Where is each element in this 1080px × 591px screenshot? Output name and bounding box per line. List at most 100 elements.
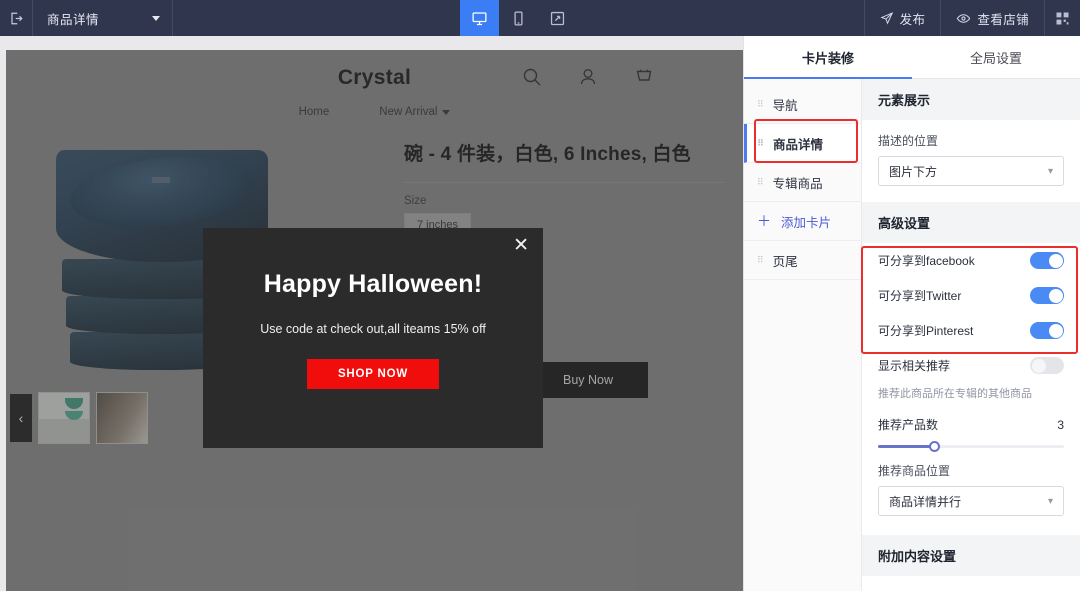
- recommend-position-field: 推荐商品位置 商品详情并行 ▾: [862, 458, 1080, 522]
- recommend-count-slider[interactable]: [878, 440, 1064, 452]
- chevron-down-icon: [152, 15, 160, 21]
- bowl-label: [152, 177, 170, 183]
- recommend-hint: 推荐此商品所在专辑的其他商品: [878, 388, 1032, 400]
- panel-tabs: 卡片装修 全局设置: [744, 36, 1080, 79]
- card-item-nav[interactable]: ⠿ 导航: [744, 85, 861, 124]
- halloween-promo-modal: ✕ Happy Halloween! Use code at check out…: [203, 228, 543, 448]
- divider: [404, 181, 725, 183]
- store-nav: Home New Arrival: [6, 106, 743, 128]
- user-icon[interactable]: [577, 66, 599, 88]
- mobile-icon[interactable]: [499, 0, 538, 36]
- share-pinterest-label: 可分享到Pinterest: [878, 324, 974, 338]
- preview-canvas: Crystal Home New Arrival ‹ 碗 - 4 件装，白色, …: [0, 36, 743, 591]
- section-advanced-settings: 高级设置: [862, 202, 1080, 243]
- share-twitter-toggle[interactable]: [1030, 287, 1064, 304]
- section-element-display: 元素展示: [862, 79, 1080, 120]
- top-toolbar: 商品详情 发布 查看店铺: [0, 0, 1080, 36]
- share-twitter-label: 可分享到Twitter: [878, 289, 962, 303]
- toolbar-actions: 发布 查看店铺: [863, 0, 1080, 36]
- share-facebook-label: 可分享到facebook: [878, 254, 975, 268]
- device-toggle-group: [459, 0, 577, 36]
- product-title: 碗 - 4 件装，白色, 6 Inches, 白色: [404, 144, 691, 165]
- nav-home-label: Home: [298, 106, 330, 118]
- chevron-down-icon: [442, 109, 451, 115]
- share-facebook-row: 可分享到facebook: [862, 243, 1080, 278]
- size-option-label: Size: [404, 194, 427, 207]
- recommend-count-value: 3: [1057, 417, 1064, 432]
- store-header: Crystal: [6, 50, 743, 106]
- toggle-knob: [1048, 253, 1063, 268]
- view-store-label: 查看店铺: [977, 12, 1030, 27]
- store-preview: Crystal Home New Arrival ‹ 碗 - 4 件装，白色, …: [6, 50, 743, 591]
- chevron-down-icon: ▾: [1047, 165, 1053, 177]
- store-logo: Crystal: [337, 66, 412, 89]
- drag-handle-icon[interactable]: ⠿: [757, 138, 765, 147]
- recommend-count-row: 推荐产品数 3: [862, 407, 1080, 433]
- card-item-album-products[interactable]: ⠿ 专辑商品: [744, 163, 861, 202]
- send-icon: [880, 12, 893, 25]
- slider-fill: [878, 445, 934, 448]
- toggle-knob: [1031, 358, 1046, 373]
- slider-handle[interactable]: [928, 440, 940, 452]
- chevron-down-icon: ▾: [1047, 495, 1053, 507]
- drag-handle-icon[interactable]: ⠿: [757, 255, 765, 264]
- toolbar-spacer-2: [577, 0, 864, 36]
- cart-icon[interactable]: [633, 66, 655, 88]
- modal-title: Happy Halloween!: [263, 270, 483, 298]
- page-selector[interactable]: 商品详情: [33, 0, 173, 36]
- drag-handle-icon[interactable]: ⠿: [757, 99, 765, 108]
- expand-icon[interactable]: [538, 0, 577, 36]
- eye-icon: [957, 13, 971, 23]
- desc-position-select[interactable]: 图片下方 ▾: [878, 156, 1064, 186]
- nav-item-home[interactable]: Home: [299, 106, 330, 118]
- drag-handle-icon[interactable]: ⠿: [757, 177, 765, 186]
- settings-pane: 元素展示 描述的位置 图片下方 ▾ 高级设置 可分享到facebook 可分享到…: [862, 79, 1080, 591]
- panel-body: ⠿ 导航 ⠿ 商品详情 ⠿ 专辑商品 ＋ 添加卡片 ⠿ 页尾 元素展示 描述的位…: [744, 79, 1080, 591]
- add-card-label: 添加卡片: [781, 215, 832, 230]
- publish-label: 发布: [899, 12, 926, 27]
- card-item-footer[interactable]: ⠿ 页尾: [744, 241, 861, 280]
- nav-item-new-arrival[interactable]: New Arrival: [379, 106, 451, 118]
- gallery-prev-button[interactable]: ‹: [10, 394, 32, 442]
- toggle-knob: [1048, 288, 1063, 303]
- view-store-button[interactable]: 查看店铺: [940, 0, 1044, 36]
- exit-icon[interactable]: [0, 0, 33, 36]
- show-recommend-row: 显示相关推荐: [862, 348, 1080, 383]
- close-icon[interactable]: ✕: [513, 236, 529, 255]
- search-icon[interactable]: [521, 66, 543, 88]
- store-header-icons: [521, 66, 655, 88]
- card-item-label: 商品详情: [773, 137, 824, 152]
- card-list: ⠿ 导航 ⠿ 商品详情 ⠿ 专辑商品 ＋ 添加卡片 ⠿ 页尾: [744, 79, 862, 591]
- recommend-count-slider-wrap: [862, 433, 1080, 458]
- desktop-icon[interactable]: [459, 0, 499, 36]
- recommend-position-label: 推荐商品位置: [878, 464, 951, 478]
- modal-subtitle: Use code at check out,all iteams 15% off: [260, 322, 486, 336]
- publish-button[interactable]: 发布: [863, 0, 941, 36]
- share-facebook-toggle[interactable]: [1030, 252, 1064, 269]
- qr-code-icon[interactable]: [1044, 0, 1080, 36]
- shop-now-button[interactable]: SHOP NOW: [307, 358, 439, 389]
- recommend-position-select[interactable]: 商品详情并行 ▾: [878, 486, 1064, 516]
- tab-global-settings[interactable]: 全局设置: [912, 36, 1080, 78]
- editor-panel: 卡片装修 全局设置 ⠿ 导航 ⠿ 商品详情 ⠿ 专辑商品 ＋ 添加卡片 ⠿ 页尾…: [743, 36, 1080, 591]
- add-card-button[interactable]: ＋ 添加卡片: [744, 202, 861, 241]
- toggle-knob: [1048, 323, 1063, 338]
- show-recommend-toggle[interactable]: [1030, 357, 1064, 374]
- share-twitter-row: 可分享到Twitter: [862, 278, 1080, 313]
- page-selector-label: 商品详情: [47, 12, 100, 27]
- share-pinterest-row: 可分享到Pinterest: [862, 313, 1080, 348]
- tab-card-design[interactable]: 卡片装修: [744, 36, 912, 79]
- buy-now-button[interactable]: Buy Now: [528, 361, 648, 398]
- recommend-position-value: 商品详情并行: [889, 494, 962, 509]
- content1-field: 内容1: [862, 576, 1080, 591]
- card-item-product-detail[interactable]: ⠿ 商品详情: [744, 124, 861, 163]
- thumbnail-2[interactable]: [96, 392, 148, 444]
- thumbnail-1[interactable]: [38, 392, 90, 444]
- plus-icon: ＋: [757, 213, 771, 229]
- card-item-label: 专辑商品: [772, 176, 823, 191]
- section-extra-content: 附加内容设置: [862, 535, 1080, 576]
- share-pinterest-toggle[interactable]: [1030, 322, 1064, 339]
- bowl-interior: [66, 148, 258, 236]
- desc-position-value: 图片下方: [889, 164, 938, 179]
